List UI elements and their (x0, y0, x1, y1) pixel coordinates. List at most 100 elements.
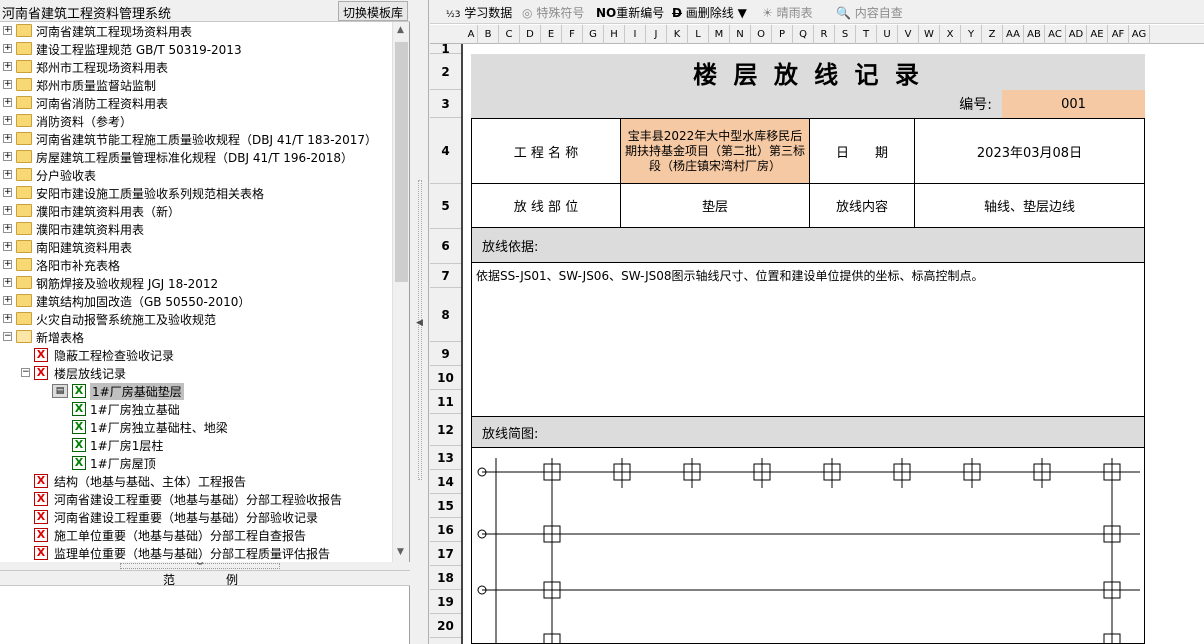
row-header-cell[interactable]: 7 (430, 264, 461, 288)
column-header-cell[interactable]: X (940, 25, 961, 44)
expand-toggle-icon[interactable]: + (3, 80, 12, 89)
renumber-button[interactable]: NO重新编号 (596, 4, 664, 21)
column-header-cell[interactable]: AE (1087, 25, 1108, 44)
expand-toggle-icon[interactable]: + (3, 260, 12, 269)
expand-toggle-icon[interactable]: + (3, 134, 12, 143)
column-header-cell[interactable]: AG (1129, 25, 1150, 44)
column-header-cell[interactable]: G (583, 25, 604, 44)
column-header-cell[interactable]: N (730, 25, 751, 44)
column-header-cell[interactable]: W (919, 25, 940, 44)
expand-toggle-icon[interactable]: + (3, 278, 12, 287)
switch-template-button[interactable]: 切换模板库 (337, 1, 408, 21)
expand-toggle-icon[interactable]: + (3, 296, 12, 305)
expand-toggle-icon[interactable]: + (3, 44, 12, 53)
weather-button[interactable]: ☀ 晴雨表 (762, 4, 813, 21)
expand-toggle-icon[interactable]: + (3, 170, 12, 179)
splitter-grip-icon[interactable]: ︾ (120, 563, 280, 570)
row-header-cell[interactable]: 10 (430, 366, 461, 390)
dropdown-arrow-icon[interactable]: ▼ (738, 6, 747, 20)
folder-icon (16, 276, 32, 289)
column-header-cell[interactable]: AC (1045, 25, 1066, 44)
expand-toggle-icon[interactable]: + (3, 62, 12, 71)
column-header-cell[interactable]: C (499, 25, 520, 44)
column-header-cell[interactable]: Y (961, 25, 982, 44)
basis-value[interactable]: 依据SS-JS01、SW-JS06、SW-JS08图示轴线尺寸、位置和建设单位提… (471, 262, 1145, 417)
row-header-cell[interactable]: 2 (430, 54, 461, 90)
row-header-cell[interactable]: 12 (430, 414, 461, 446)
column-header-cell[interactable]: B (478, 25, 499, 44)
location-value[interactable]: 垫层 (620, 183, 810, 228)
strike-button[interactable]: D 画删除线 ▼ (672, 4, 747, 21)
expand-toggle-icon[interactable]: + (3, 152, 12, 161)
column-header-cell[interactable]: AB (1024, 25, 1045, 44)
date-value[interactable]: 2023年03月08日 (914, 118, 1145, 184)
row-header-cell[interactable]: 8 (430, 288, 461, 342)
number-value[interactable]: 001 (1002, 90, 1145, 118)
column-header-cell[interactable]: S (835, 25, 856, 44)
column-header-cell[interactable]: AD (1066, 25, 1087, 44)
row-header-cell[interactable]: 17 (430, 542, 461, 566)
horizontal-splitter[interactable]: ︾ (0, 562, 410, 570)
column-header-cell[interactable]: F (562, 25, 583, 44)
column-header-cell[interactable]: J (646, 25, 667, 44)
column-header-cell[interactable]: K (667, 25, 688, 44)
column-header-cell[interactable]: V (898, 25, 919, 44)
scroll-thumb[interactable] (395, 42, 408, 282)
row-header-cell[interactable]: 20 (430, 614, 461, 638)
column-header-cell[interactable]: I (625, 25, 646, 44)
special-symbol-button[interactable]: ◎ 特殊符号 (522, 4, 584, 21)
sketch-label: 放线简图: (471, 416, 1145, 448)
column-header-cell[interactable]: O (751, 25, 772, 44)
row-header-cell[interactable]: 14 (430, 470, 461, 494)
column-header-cell[interactable]: M (709, 25, 730, 44)
row-header-cell[interactable]: 11 (430, 390, 461, 414)
column-header-cell[interactable]: Q (793, 25, 814, 44)
scroll-down-icon[interactable]: ▼ (397, 547, 404, 557)
row-header-cell[interactable]: 16 (430, 518, 461, 542)
expand-toggle-icon[interactable]: + (3, 188, 12, 197)
column-header-cell[interactable]: Z (982, 25, 1003, 44)
sketch-area[interactable] (471, 447, 1145, 644)
row-header-cell[interactable]: 9 (430, 342, 461, 366)
expand-toggle-icon[interactable]: + (3, 242, 12, 251)
row-header-cell[interactable]: 18 (430, 566, 461, 590)
row-header-cell[interactable]: 15 (430, 494, 461, 518)
column-header-cell[interactable]: AA (1003, 25, 1024, 44)
column-header-cell[interactable]: R (814, 25, 835, 44)
learn-data-button[interactable]: ½3 学习数据 (446, 4, 512, 21)
tree-scrollbar[interactable]: ▲ ▼ (392, 22, 409, 562)
vertical-splitter[interactable]: ◀ (411, 0, 429, 644)
expand-toggle-icon[interactable]: + (3, 116, 12, 125)
column-header-cell[interactable]: D (520, 25, 541, 44)
column-header-cell[interactable]: L (688, 25, 709, 44)
expand-toggle-icon[interactable]: + (3, 206, 12, 215)
row-header-cell[interactable]: 13 (430, 446, 461, 470)
row-header-cell[interactable]: 19 (430, 590, 461, 614)
project-name-value[interactable]: 宝丰县2022年大中型水库移民后期扶持基金项目（第二批）第三标段（杨庄镇宋湾村厂… (620, 118, 810, 184)
folder-icon (16, 132, 32, 145)
special-symbol-label: 特殊符号 (536, 6, 585, 20)
column-header-cell[interactable]: U (877, 25, 898, 44)
row-header-cell[interactable]: 6 (430, 229, 461, 264)
expand-toggle-icon[interactable]: + (3, 98, 12, 107)
row-header-cell[interactable]: 5 (430, 184, 461, 229)
self-check-button[interactable]: 🔍 内容自查 (836, 4, 903, 21)
scroll-up-icon[interactable]: ▲ (397, 25, 404, 35)
column-header-cell[interactable]: T (856, 25, 877, 44)
vertical-grip-icon[interactable] (418, 180, 422, 480)
expand-toggle-icon[interactable]: + (3, 224, 12, 233)
expand-toggle-icon[interactable]: + (3, 26, 12, 35)
column-header-cell[interactable]: H (604, 25, 625, 44)
column-header-cell[interactable]: A (465, 25, 478, 44)
column-header-cell[interactable]: AF (1108, 25, 1129, 44)
column-header-cell[interactable]: E (541, 25, 562, 44)
row-header-cell[interactable]: 3 (430, 90, 461, 118)
column-header-cell[interactable]: P (772, 25, 793, 44)
expand-toggle-icon[interactable]: − (3, 332, 12, 341)
expand-toggle-icon[interactable]: + (3, 314, 12, 323)
collapse-left-icon[interactable]: ◀ (416, 318, 423, 328)
row-header-cell[interactable]: 4 (430, 118, 461, 184)
expand-toggle-icon[interactable]: − (21, 368, 30, 377)
content-value[interactable]: 轴线、垫层边线 (914, 183, 1145, 228)
row-header-cell[interactable]: 1 (430, 43, 461, 55)
